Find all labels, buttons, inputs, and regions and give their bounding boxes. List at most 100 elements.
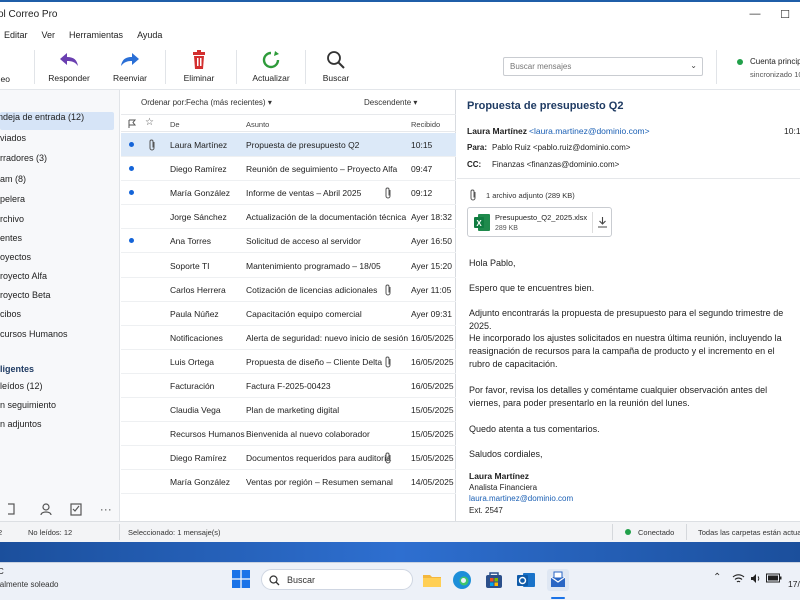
row-subject: Plan de marketing digital bbox=[246, 405, 340, 416]
refresh-button[interactable]: Actualizar bbox=[241, 48, 301, 83]
file-explorer-icon[interactable] bbox=[421, 569, 443, 591]
folder-label: oyectos bbox=[0, 252, 32, 262]
smart-unread[interactable]: leídos (12) bbox=[0, 381, 114, 399]
cc-label: CC: bbox=[467, 160, 482, 169]
col-subject[interactable]: Asunto bbox=[246, 120, 269, 129]
folder-projects[interactable]: oyectos bbox=[0, 252, 114, 270]
row-subject: Capacitación equipo comercial bbox=[246, 308, 362, 319]
message-row[interactable]: Diego Ramírez Documentos requeridos para … bbox=[121, 446, 456, 471]
message-row[interactable]: Diego Ramírez Reunión de seguimiento – Pr… bbox=[121, 157, 456, 182]
chevron-up-icon[interactable]: ⌃ bbox=[713, 572, 721, 583]
folder-archive[interactable]: rchivo bbox=[0, 214, 114, 232]
folder-label: rradores (3) bbox=[0, 153, 48, 163]
tasks-icon[interactable] bbox=[69, 502, 83, 516]
refresh-label: Actualizar bbox=[252, 73, 290, 83]
signature-email[interactable]: laura.martinez@dominio.com bbox=[469, 494, 573, 503]
calendar-icon[interactable] bbox=[8, 502, 22, 516]
smart-attachments[interactable]: n adjuntos bbox=[0, 419, 114, 437]
col-received[interactable]: Recibido bbox=[411, 120, 440, 129]
col-from[interactable]: De bbox=[170, 120, 180, 129]
star-icon[interactable]: ☆ bbox=[145, 117, 154, 128]
delete-label: Eliminar bbox=[183, 73, 215, 83]
menu-ver[interactable]: Ver bbox=[42, 30, 56, 40]
smart-followup[interactable]: n seguimiento bbox=[0, 400, 114, 418]
message-row[interactable]: Jorge Sánchez Actualización de la documen… bbox=[121, 205, 456, 230]
message-row[interactable]: Paula Núñez Capacitación equipo comercial… bbox=[121, 302, 456, 326]
message-row[interactable]: Claudia Vega Plan de marketing digital 15/… bbox=[121, 398, 456, 423]
minimize-icon[interactable]: — bbox=[740, 2, 770, 26]
folder-drafts[interactable]: rradores (3) bbox=[0, 153, 114, 171]
sort-label: Ordenar por: bbox=[141, 98, 187, 107]
search-input[interactable]: Buscar mensajes ⌄ bbox=[503, 57, 703, 76]
forward-button[interactable]: Reenviar bbox=[100, 48, 160, 83]
folder-project-alfa[interactable]: royecto Alfa bbox=[0, 271, 114, 289]
menu-ayuda[interactable]: Ayuda bbox=[137, 30, 162, 40]
sender-email[interactable]: <laura.martinez@dominio.com> bbox=[529, 126, 650, 136]
search-icon bbox=[327, 51, 345, 69]
folder-hr[interactable]: cursos Humanos bbox=[0, 329, 114, 347]
store-icon[interactable] bbox=[483, 569, 505, 591]
flag-icon[interactable] bbox=[127, 119, 137, 129]
row-from: Diego Ramírez bbox=[170, 164, 227, 175]
folder-inbox[interactable]: ndeja de entrada (12) bbox=[0, 112, 114, 130]
taskbar-clock[interactable]: 17/ bbox=[788, 579, 800, 589]
folder-label: royecto Alfa bbox=[0, 271, 48, 281]
status-selected: Seleccionado: 1 mensaje(s) bbox=[128, 528, 221, 537]
folder-label: leídos (12) bbox=[0, 381, 43, 391]
more-icon[interactable]: ··· bbox=[100, 502, 112, 516]
signature-ext: Ext. 2547 bbox=[469, 506, 503, 515]
message-row[interactable]: María González Informe de ventas – Abril … bbox=[121, 181, 456, 206]
wifi-icon[interactable] bbox=[732, 573, 745, 584]
message-list-pane: Ordenar por: Fecha (más recientes) ▾ Des… bbox=[121, 90, 456, 521]
paperclip-icon bbox=[384, 284, 393, 298]
connected-icon bbox=[625, 529, 631, 535]
message-row[interactable]: Soporte TI Mantenimiento programado – 18/… bbox=[121, 254, 456, 278]
trash-icon bbox=[193, 50, 205, 69]
new-button-label[interactable]: eo bbox=[0, 74, 10, 84]
window-title: ol Correo Pro bbox=[0, 9, 58, 20]
menu-editar[interactable]: Editar bbox=[4, 30, 28, 40]
attachment-card[interactable]: X Presupuesto_Q2_2025.xlsx 289 KB bbox=[467, 207, 612, 237]
taskbar-search[interactable]: Buscar bbox=[261, 569, 413, 590]
weather-temp[interactable]: C bbox=[0, 567, 4, 576]
message-row[interactable]: Luis Ortega Propuesta de diseño – Cliente… bbox=[121, 350, 456, 374]
message-row[interactable]: Ana Torres Solicitud de acceso al servido… bbox=[121, 229, 456, 254]
message-row[interactable]: Facturación Factura F-2025-00423 16/05/202… bbox=[121, 374, 456, 399]
message-row[interactable]: Carlos Herrera Cotización de licencias ad… bbox=[121, 278, 456, 302]
folder-sent[interactable]: viados bbox=[0, 133, 114, 151]
folder-trash[interactable]: pelera bbox=[0, 194, 114, 212]
delete-button[interactable]: Eliminar bbox=[169, 48, 229, 83]
order-dropdown[interactable]: Descendente ▾ bbox=[364, 98, 417, 107]
contacts-icon[interactable] bbox=[39, 502, 53, 516]
maximize-icon[interactable]: ☐ bbox=[770, 2, 800, 26]
row-from: Ana Torres bbox=[170, 236, 211, 247]
folder-sidebar: ndeja de entrada (12) viados rradores (3… bbox=[0, 90, 120, 521]
row-date: Ayer 11:05 bbox=[411, 284, 452, 295]
folder-project-beta[interactable]: royecto Beta bbox=[0, 290, 114, 308]
search-button[interactable]: Buscar bbox=[306, 48, 366, 83]
chevron-down-icon[interactable]: ⌄ bbox=[690, 61, 697, 70]
folder-spam[interactable]: am (8) bbox=[0, 174, 114, 192]
windows-start-icon[interactable] bbox=[232, 570, 250, 588]
download-icon[interactable] bbox=[597, 216, 608, 228]
menu-herramientas[interactable]: Herramientas bbox=[69, 30, 123, 40]
weather-desc[interactable]: ialmente soleado bbox=[0, 580, 58, 589]
battery-icon[interactable] bbox=[766, 573, 782, 583]
reply-button[interactable]: Responder bbox=[39, 48, 99, 83]
mail-app-taskbar-icon[interactable] bbox=[547, 569, 569, 591]
folder-clients[interactable]: entes bbox=[0, 233, 114, 251]
folder-receipts[interactable]: cibos bbox=[0, 309, 114, 327]
row-from: Luis Ortega bbox=[170, 356, 214, 367]
message-row[interactable]: Notificaciones Alerta de seguridad: nuevo… bbox=[121, 326, 456, 350]
sort-dropdown[interactable]: Fecha (más recientes) ▾ bbox=[186, 98, 272, 107]
reading-pane: Propuesta de presupuesto Q2 Laura Martín… bbox=[457, 90, 800, 521]
row-subject: Solicitud de acceso al servidor bbox=[246, 236, 361, 247]
message-row[interactable]: María González Ventas por región – Resume… bbox=[121, 470, 456, 495]
title-bar: ol Correo Pro — ☐ bbox=[0, 0, 800, 26]
taskbar-search-label: Buscar bbox=[287, 575, 316, 585]
volume-icon[interactable] bbox=[750, 573, 762, 584]
edge-browser-icon[interactable] bbox=[451, 569, 473, 591]
message-row[interactable]: Laura Martínez Propuesta de presupuesto Q… bbox=[121, 133, 456, 158]
outlook-icon[interactable] bbox=[515, 569, 537, 591]
message-row[interactable]: Recursos Humanos Bienvenida al nuevo cola… bbox=[121, 422, 456, 447]
